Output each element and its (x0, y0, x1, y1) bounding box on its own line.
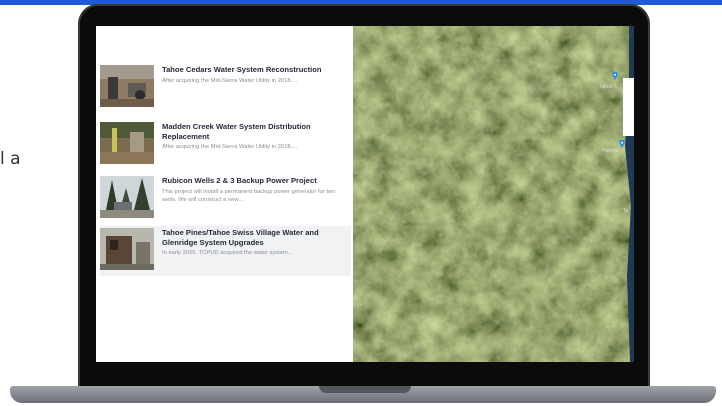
map-popup[interactable] (623, 78, 634, 136)
laptop-hinge-notch (319, 386, 411, 393)
map-place-label: Ta (623, 208, 629, 214)
project-thumbnail (100, 122, 154, 164)
project-thumbnail (100, 65, 154, 107)
map-pin-icon[interactable] (619, 140, 625, 148)
project-description: This project will install a permanent ba… (162, 188, 336, 203)
map-view[interactable]: Tahoe C Homew Ta (353, 26, 634, 362)
project-title[interactable]: Rubicon Wells 2 & 3 Backup Power Project (162, 176, 345, 186)
map-pin-icon[interactable] (612, 72, 618, 80)
project-item[interactable]: Tahoe Cedars Water System Reconstruction… (100, 63, 351, 111)
project-title[interactable]: Madden Creek Water System Distribution R… (162, 122, 345, 141)
map-place-label: Tahoe C (599, 84, 618, 90)
project-item[interactable]: Madden Creek Water System Distribution R… (100, 120, 351, 168)
project-description: After acquiring the Mid-Sierra Water Uti… (162, 77, 298, 84)
project-thumbnail (100, 176, 154, 218)
project-item-active[interactable]: Tahoe Pines/Tahoe Swiss Village Water an… (100, 226, 351, 276)
page-text-fragment: l a (0, 149, 21, 169)
laptop-screen: Tahoe Cedars Water System Reconstruction… (96, 26, 634, 362)
project-item[interactable]: Rubicon Wells 2 & 3 Backup Power Project… (100, 174, 351, 222)
project-title[interactable]: Tahoe Cedars Water System Reconstruction (162, 65, 345, 75)
project-description: In early 2025, TCPUD acquired the water … (162, 250, 293, 256)
project-list: Tahoe Cedars Water System Reconstruction… (96, 26, 353, 362)
map-place-label: Homew (602, 148, 619, 154)
project-title[interactable]: Tahoe Pines/Tahoe Swiss Village Water an… (162, 228, 345, 247)
project-thumbnail (100, 228, 154, 270)
project-description: After acquiring the Mid-Sierra Water Uti… (162, 144, 298, 150)
satellite-imagery (353, 26, 634, 362)
